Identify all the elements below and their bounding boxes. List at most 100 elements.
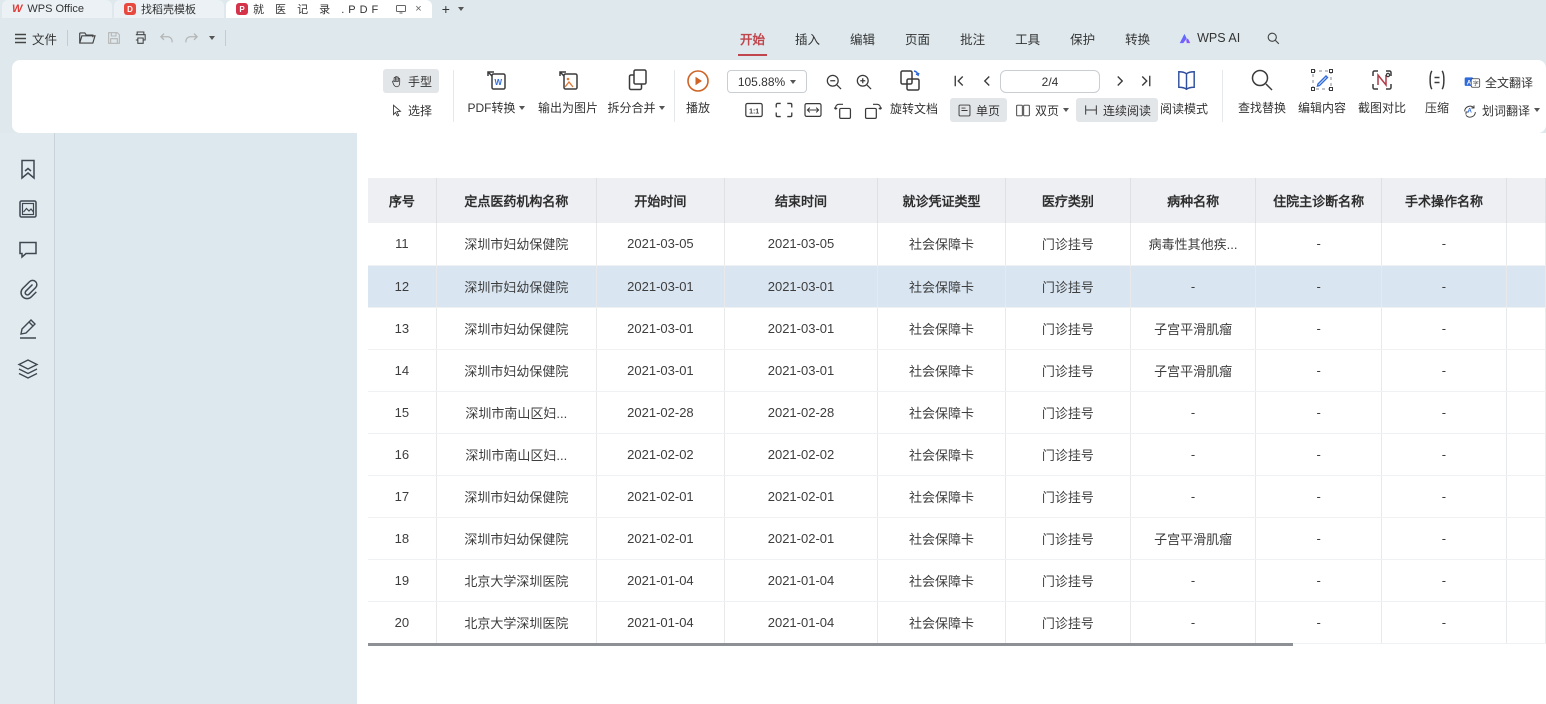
- comment-icon[interactable]: [16, 237, 40, 261]
- table-row[interactable]: 11深圳市妇幼保健院2021-03-052021-03-05社会保障卡门诊挂号病…: [368, 223, 1546, 265]
- rotate-right-icon[interactable]: [863, 101, 883, 120]
- menu-item-convert[interactable]: 转换: [1123, 25, 1152, 52]
- pdf-convert-button[interactable]: PDF转换: [458, 99, 534, 116]
- table-cell: 门诊挂号: [1006, 349, 1131, 391]
- table-row[interactable]: 16深圳市南山区妇...2021-02-022021-02-02社会保障卡门诊挂…: [368, 433, 1546, 475]
- rotate-pages-icon[interactable]: [896, 67, 924, 95]
- content-area: 序号定点医药机构名称开始时间结束时间就诊凭证类型医疗类别病种名称住院主诊断名称手…: [0, 133, 1546, 704]
- compress-button[interactable]: 压缩: [1417, 99, 1457, 116]
- table-row[interactable]: 12深圳市妇幼保健院2021-03-012021-03-01社会保障卡门诊挂号-…: [368, 265, 1546, 307]
- find-replace-button[interactable]: 查找替换: [1232, 99, 1292, 116]
- search-icon[interactable]: [1266, 31, 1281, 46]
- split-merge-icon: [625, 66, 653, 94]
- table-cell: 深圳市南山区妇...: [436, 391, 596, 433]
- tab-document[interactable]: P 就 医 记 录 .PDF ×: [226, 0, 432, 18]
- table-cell: 2021-01-04: [724, 559, 877, 601]
- export-image-button[interactable]: 输出为图片: [528, 99, 608, 116]
- screenshot-compare-icon: [1369, 67, 1395, 93]
- column-header: 开始时间: [596, 178, 724, 223]
- menu-item-edit[interactable]: 编辑: [848, 25, 877, 52]
- layers-icon[interactable]: [16, 357, 40, 381]
- table-row[interactable]: 15深圳市南山区妇...2021-02-282021-02-28社会保障卡门诊挂…: [368, 391, 1546, 433]
- table-cell: 社会保障卡: [878, 265, 1006, 307]
- image-icon[interactable]: [16, 197, 40, 221]
- menu-item-tools[interactable]: 工具: [1013, 25, 1042, 52]
- table-cell: 2021-03-01: [596, 349, 724, 391]
- actual-size-icon[interactable]: 1:1: [744, 101, 764, 119]
- screenshot-compare-button[interactable]: 截图对比: [1352, 99, 1412, 116]
- full-translate-button[interactable]: A 字 全文翻译: [1464, 70, 1533, 94]
- table-cell: -: [1256, 223, 1381, 265]
- pdf-page[interactable]: 序号定点医药机构名称开始时间结束时间就诊凭证类型医疗类别病种名称住院主诊断名称手…: [357, 133, 1546, 704]
- table-row[interactable]: 17深圳市妇幼保健院2021-02-012021-02-01社会保障卡门诊挂号-…: [368, 475, 1546, 517]
- single-page-icon: [957, 103, 972, 118]
- table-cell: 2021-02-01: [724, 475, 877, 517]
- undo-icon[interactable]: [159, 31, 174, 45]
- table-cell: 2021-02-28: [724, 391, 877, 433]
- table-cell: -: [1130, 265, 1256, 307]
- prev-page-icon[interactable]: [978, 72, 996, 90]
- navigation-panel[interactable]: [56, 133, 357, 704]
- tab-docer-templates[interactable]: D 找稻壳模板: [114, 0, 224, 18]
- table-cell: 2021-02-01: [724, 517, 877, 559]
- double-page-button[interactable]: 双页: [1015, 98, 1069, 122]
- column-header: 结束时间: [724, 178, 877, 223]
- column-header: 医疗类别: [1006, 178, 1131, 223]
- save-icon[interactable]: [106, 30, 122, 46]
- rotate-left-icon[interactable]: [833, 101, 853, 120]
- first-page-icon[interactable]: [950, 72, 968, 90]
- close-tab-icon[interactable]: ×: [415, 3, 421, 15]
- read-mode-button[interactable]: 阅读模式: [1160, 100, 1208, 117]
- table-cell: 2021-02-02: [596, 433, 724, 475]
- new-tab-button[interactable]: +: [442, 1, 450, 17]
- open-folder-icon[interactable]: [78, 30, 96, 46]
- table-row[interactable]: 13深圳市妇幼保健院2021-03-012021-03-01社会保障卡门诊挂号子…: [368, 307, 1546, 349]
- menu-item-insert[interactable]: 插入: [793, 25, 822, 52]
- table-row[interactable]: 18深圳市妇幼保健院2021-02-012021-02-01社会保障卡门诊挂号子…: [368, 517, 1546, 559]
- continuous-read-button[interactable]: 连续阅读: [1076, 98, 1158, 122]
- table-row[interactable]: 19北京大学深圳医院2021-01-042021-01-04社会保障卡门诊挂号-…: [368, 559, 1546, 601]
- hand-tool-button[interactable]: 手型: [383, 69, 439, 93]
- file-menu[interactable]: 文件: [14, 29, 57, 48]
- table-cell: 社会保障卡: [878, 559, 1006, 601]
- tab-wps-office[interactable]: W WPS Office: [2, 0, 112, 18]
- play-button[interactable]: 播放: [678, 99, 718, 116]
- menu-item-protect[interactable]: 保护: [1068, 25, 1097, 52]
- page-number-input[interactable]: 2/4: [1000, 70, 1100, 93]
- edit-content-button[interactable]: 编辑内容: [1292, 99, 1352, 116]
- next-page-icon[interactable]: [1111, 72, 1129, 90]
- table-cell: 2021-01-04: [596, 601, 724, 643]
- tab-label: 找稻壳模板: [141, 1, 196, 17]
- zoom-in-icon[interactable]: [854, 72, 874, 92]
- wps-ai-button[interactable]: WPS AI: [1178, 31, 1240, 45]
- fit-width-icon[interactable]: [803, 102, 823, 118]
- table-cell: -: [1130, 475, 1256, 517]
- divider: [67, 30, 68, 46]
- menu-item-comment[interactable]: 批注: [958, 25, 987, 52]
- redo-icon[interactable]: [184, 31, 199, 45]
- attachment-icon[interactable]: [16, 277, 40, 301]
- print-icon[interactable]: [132, 30, 149, 46]
- zoom-level-input[interactable]: 105.88%: [727, 70, 807, 93]
- menu-item-home[interactable]: 开始: [738, 25, 767, 52]
- table-cell: 15: [368, 391, 436, 433]
- table-row[interactable]: 20北京大学深圳医院2021-01-042021-01-04社会保障卡门诊挂号-…: [368, 601, 1546, 643]
- tab-list-chevron-icon[interactable]: [458, 7, 464, 11]
- last-page-icon[interactable]: [1137, 72, 1155, 90]
- svg-text:1:1: 1:1: [749, 108, 759, 115]
- table-cell: 2021-03-01: [596, 307, 724, 349]
- select-tool-button[interactable]: 选择: [390, 98, 432, 122]
- split-merge-button[interactable]: 拆分合并: [598, 99, 674, 116]
- word-translate-button[interactable]: A 划词翻译: [1462, 98, 1540, 122]
- undo-redo-chevron-icon[interactable]: [209, 36, 215, 40]
- signature-icon[interactable]: [16, 317, 40, 341]
- bookmark-icon[interactable]: [16, 157, 40, 181]
- rotate-doc-button[interactable]: 旋转文档: [890, 100, 938, 117]
- fit-page-icon[interactable]: [774, 101, 794, 119]
- menu-item-page[interactable]: 页面: [903, 25, 932, 52]
- zoom-out-icon[interactable]: [824, 72, 844, 92]
- table-row[interactable]: 14深圳市妇幼保健院2021-03-012021-03-01社会保障卡门诊挂号子…: [368, 349, 1546, 391]
- single-page-button[interactable]: 单页: [950, 98, 1007, 122]
- table-cell: 深圳市南山区妇...: [436, 433, 596, 475]
- present-monitor-icon[interactable]: [395, 3, 407, 15]
